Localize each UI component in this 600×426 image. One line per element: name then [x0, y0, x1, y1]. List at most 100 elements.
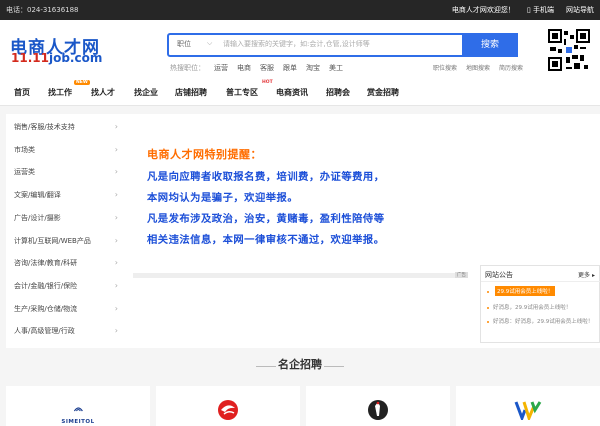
announcement-item[interactable]: 好消息：好消息，29.9试用会员上线啦！ [493, 317, 593, 325]
category-label: 人事/高级管理/行政 [14, 327, 75, 336]
nav-news[interactable]: 电商资讯 [276, 87, 308, 98]
company-card[interactable] [156, 386, 300, 426]
search-button[interactable]: 搜索 [462, 33, 518, 57]
chevron-right-icon: › [114, 212, 118, 222]
notice-title: 电商人才网特别提醒： [147, 148, 262, 161]
hot-search-item[interactable]: 美工 [329, 63, 343, 73]
mobile-link[interactable]: ▯ 手机端 [527, 0, 554, 20]
company-logo [514, 400, 542, 424]
company-logo [366, 398, 390, 426]
hot-search-item[interactable]: 电商 [237, 63, 251, 73]
nav-find-job[interactable]: 找工作 NEW [48, 80, 90, 98]
chevron-right-icon: › [114, 303, 118, 313]
hot-search-item[interactable]: 客服 [260, 63, 274, 73]
notice-line: 凡是向应聘者收取报名费，培训费，办证等费用， [147, 171, 385, 183]
hot-search-item[interactable]: 淘宝 [306, 63, 320, 73]
announcement-item[interactable]: 29.9试用会员上线啦！ [495, 286, 556, 296]
bullet-icon [487, 321, 489, 323]
company-logo [216, 398, 240, 426]
category-item[interactable]: 运营类 › [6, 161, 124, 184]
simeitol-logo-icon [73, 407, 83, 412]
site-nav-link[interactable]: 网站导航 [566, 0, 594, 20]
category-item[interactable]: 市场类 › [6, 139, 124, 162]
hot-search-item[interactable]: 跟单 [283, 63, 297, 73]
category-item[interactable]: 人事/高级管理/行政 › [6, 320, 124, 343]
nav-job-fair[interactable]: 招聘会 [326, 87, 350, 98]
search-input[interactable]: 请输入要搜索的关键字，如:会计,仓管,设计师等 [223, 39, 370, 49]
section-title: 名企招聘 [278, 358, 322, 371]
hot-search-item[interactable]: 运营 [214, 63, 228, 73]
banner-slider[interactable]: 广告 [133, 272, 468, 278]
divider [481, 281, 600, 282]
nav-find-talent[interactable]: 找人才 [91, 87, 115, 98]
nav-worker-zone-label: 普工专区 [226, 88, 258, 97]
logo-en-red: 11.11 [11, 51, 49, 65]
hot-badge: HOT [262, 80, 273, 85]
job-search-link[interactable]: 职位搜索 [433, 63, 457, 72]
company-card[interactable]: SIMEITOL [6, 386, 150, 426]
hot-searches-label: 热搜职位： [170, 64, 205, 72]
announcement-panel: 网站公告 更多 ▸ 29.9试用会员上线啦！ 好消息，29.9试用会员上线啦！ … [480, 265, 600, 343]
chevron-right-icon: › [114, 326, 118, 336]
category-item[interactable]: 销售/客服/技术支持 › [6, 116, 124, 139]
chevron-down-icon: ⌵ [207, 39, 213, 47]
notice-line: 本网均认为是骗子，欢迎举报。 [147, 192, 299, 204]
category-item[interactable]: 计算机/互联网/WEB产品 › [6, 230, 124, 253]
search-type-select[interactable]: 职位 [177, 39, 191, 49]
category-item[interactable]: 会计/金融/银行/保险 › [6, 275, 124, 298]
category-item[interactable]: 生产/采购/仓储/物流 › [6, 298, 124, 321]
main-nav: 首页 找工作 NEW 找人才 找企业 店铺招聘 普工专区 HOT 电商资讯 招聘… [0, 80, 600, 106]
category-label: 文案/编辑/翻译 [14, 191, 61, 200]
hot-searches: 热搜职位： 运营 电商 客服 跟单 淘宝 美工 [170, 63, 343, 73]
header: 电商人才网 11.11job.com 职位 ⌵ 请输入要搜索的关键字，如:会计,… [0, 20, 600, 80]
chevron-right-icon: › [114, 144, 118, 154]
category-item[interactable]: 文案/编辑/翻译 › [6, 184, 124, 207]
category-label: 广告/设计/摄影 [14, 213, 61, 222]
chevron-right-icon: › [114, 280, 118, 290]
new-badge: NEW [74, 80, 90, 85]
map-search-link[interactable]: 地图搜索 [466, 63, 490, 72]
resume-search-link[interactable]: 简历搜索 [499, 63, 523, 72]
category-item[interactable]: 广告/设计/摄影 › [6, 207, 124, 230]
bullet-icon [487, 307, 489, 309]
category-label: 生产/采购/仓储/物流 [14, 304, 78, 313]
logo-text-en[interactable]: 11.11job.com [11, 51, 102, 65]
mobile-link-label: 手机端 [533, 6, 554, 14]
nav-store-jobs[interactable]: 店铺招聘 [175, 87, 207, 98]
category-label: 计算机/互联网/WEB产品 [14, 236, 91, 245]
announcement-item[interactable]: 好消息，29.9试用会员上线啦！ [493, 303, 571, 311]
chevron-right-icon: › [114, 167, 118, 177]
nav-find-company[interactable]: 找企业 [134, 87, 158, 98]
category-label: 会计/金融/银行/保险 [14, 281, 78, 290]
phone-number: 电话：024-31636188 [6, 6, 79, 14]
top-bar-links: 电商人才网欢迎您！ ▯ 手机端 网站导航 [452, 0, 594, 20]
announcement-title: 网站公告 [485, 271, 513, 279]
company-card[interactable] [456, 386, 600, 426]
company-logo: SIMEITOL [61, 400, 94, 425]
search-sublinks: 职位搜索 地图搜索 简历搜索 [433, 63, 523, 72]
category-label: 咨询/法律/教育/科研 [14, 259, 78, 268]
more-link[interactable]: 更多 ▸ [578, 270, 595, 279]
nav-find-job-label: 找工作 [48, 88, 72, 97]
chevron-right-icon: › [114, 235, 118, 245]
nav-home[interactable]: 首页 [14, 87, 30, 98]
notice-line: 凡是发布涉及政治，治安，黄赌毒，盈利性陪侍等 [147, 213, 385, 225]
welcome-text: 电商人才网欢迎您！ [451, 6, 515, 14]
company-cards: SIMEITOL [6, 386, 600, 426]
top-bar: 电话：024-31636188 电商人才网欢迎您！ ▯ 手机端 网站导航 [0, 0, 600, 20]
more-label: 更多 [578, 272, 591, 279]
divider [324, 366, 344, 367]
company-logo-text: SIMEITOL [61, 419, 95, 425]
crane-logo-icon [368, 400, 388, 420]
company-card[interactable] [306, 386, 450, 426]
nav-worker-zone[interactable]: 普工专区 HOT [226, 80, 273, 98]
w-logo-icon [514, 401, 542, 423]
chevron-right-icon: › [114, 258, 118, 268]
category-label: 市场类 [14, 145, 35, 154]
nav-bounty-jobs[interactable]: 赏金招聘 [367, 87, 399, 98]
notice-line: 相关违法信息，本网一律审核不通过，欢迎举报。 [147, 234, 385, 246]
category-item[interactable]: 咨询/法律/教育/科研 › [6, 252, 124, 275]
logo-en-blue: job.com [48, 51, 103, 65]
red-bird-logo-icon [218, 400, 238, 420]
ad-tag: 广告 [455, 272, 468, 278]
